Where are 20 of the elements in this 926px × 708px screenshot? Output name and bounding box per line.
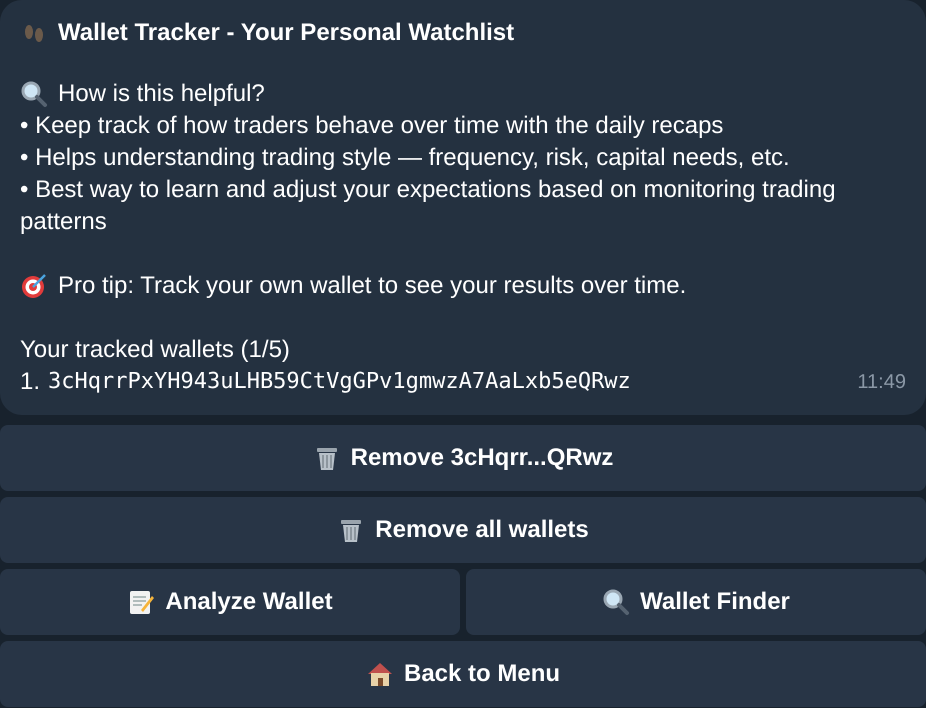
tip-text: Pro tip: Track your own wallet to see your results over time. bbox=[58, 271, 686, 301]
magnifier-icon bbox=[602, 588, 630, 616]
keyboard-button[interactable]: Wallet Finder bbox=[466, 569, 926, 635]
magnifier-icon bbox=[20, 80, 48, 108]
message-title: Wallet Tracker - Your Personal Watchlist bbox=[58, 18, 514, 48]
keyboard-button[interactable]: Analyze Wallet bbox=[0, 569, 460, 635]
house-icon bbox=[366, 660, 394, 688]
bullet-text: • Keep track of how traders behave over time with the daily recaps bbox=[20, 111, 724, 141]
wallets-heading: Your tracked wallets (1/5) bbox=[20, 335, 291, 365]
keyboard-button[interactable]: Remove 3cHqrr...QRwz bbox=[0, 425, 926, 491]
keyboard-button[interactable]: Remove all wallets bbox=[0, 497, 926, 563]
section-heading: How is this helpful? bbox=[58, 79, 265, 109]
target-icon bbox=[20, 272, 48, 300]
list-number: 1. bbox=[20, 367, 40, 397]
notepad-pencil-icon bbox=[127, 588, 156, 616]
message-time: 11:49 bbox=[857, 370, 906, 395]
bullet-text: • Best way to learn and adjust your expectations based on monitoring trading patterns bbox=[20, 175, 837, 237]
bullet-text: • Helps understanding trading style — frequency, risk, capital needs, etc. bbox=[20, 143, 791, 173]
wallet-address: 3cHqrrPxYH943uLHB59CtVgGPv1gmwzA7AaLxb5eQRwz bbox=[48, 368, 631, 396]
keyboard-button[interactable]: Back to Menu bbox=[0, 641, 926, 707]
